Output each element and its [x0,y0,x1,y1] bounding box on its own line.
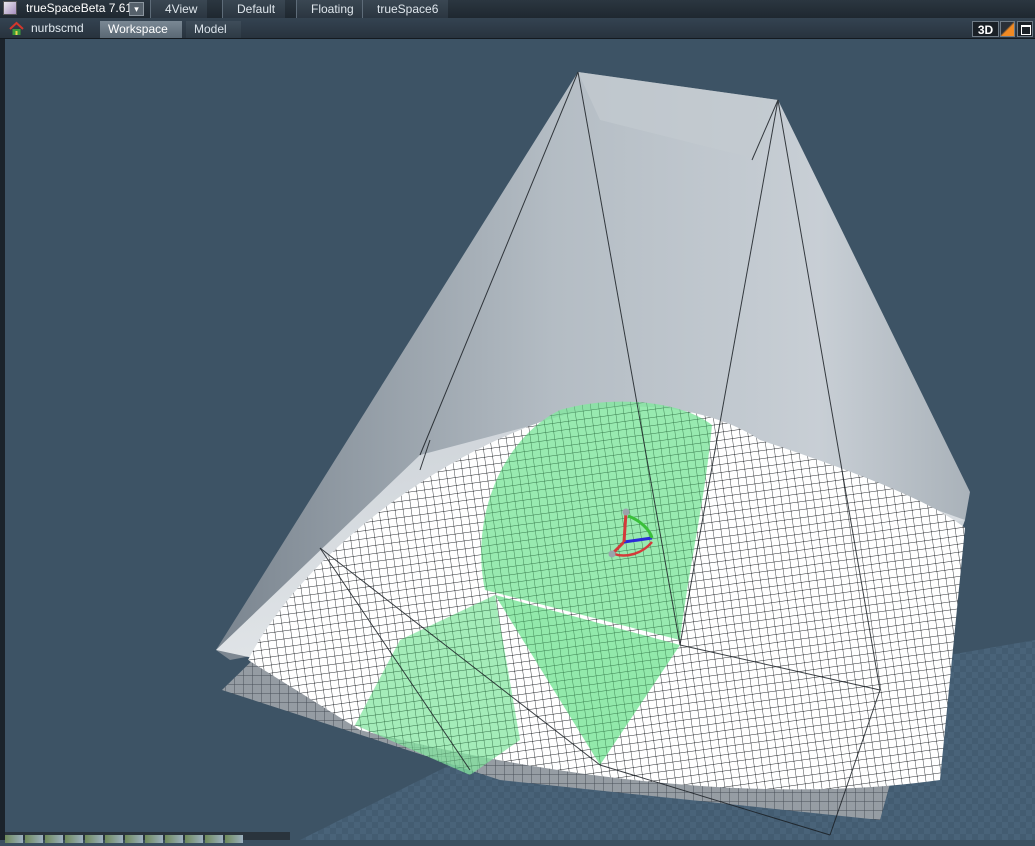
house-icon[interactable] [9,21,24,36]
layout-tab-4view[interactable]: 4View [150,0,208,18]
chevron-down-icon[interactable]: ▾ [129,2,144,16]
3d-viewport[interactable] [5,39,1035,840]
corner-triangle-icon[interactable] [1000,21,1015,37]
tab-workspace[interactable]: Workspace [100,21,182,38]
view-mode-3d-button[interactable]: 3D [972,21,999,37]
maximize-icon[interactable] [1017,21,1033,37]
layout-tab-floating[interactable]: Floating [296,0,364,18]
title-bar: trueSpaceBeta 7.61 ▾ 4View Default Float… [0,0,1035,19]
app-title: trueSpaceBeta 7.61 [26,1,133,15]
bottom-icon-strip [5,832,290,843]
layout-tab-truespace6[interactable]: trueSpace6 [362,0,449,18]
truespace-app-icon[interactable] [3,1,17,15]
layout-tab-default[interactable]: Default [222,0,286,18]
tab-model[interactable]: Model [186,21,241,38]
context-label[interactable]: nurbscmd [31,21,84,35]
